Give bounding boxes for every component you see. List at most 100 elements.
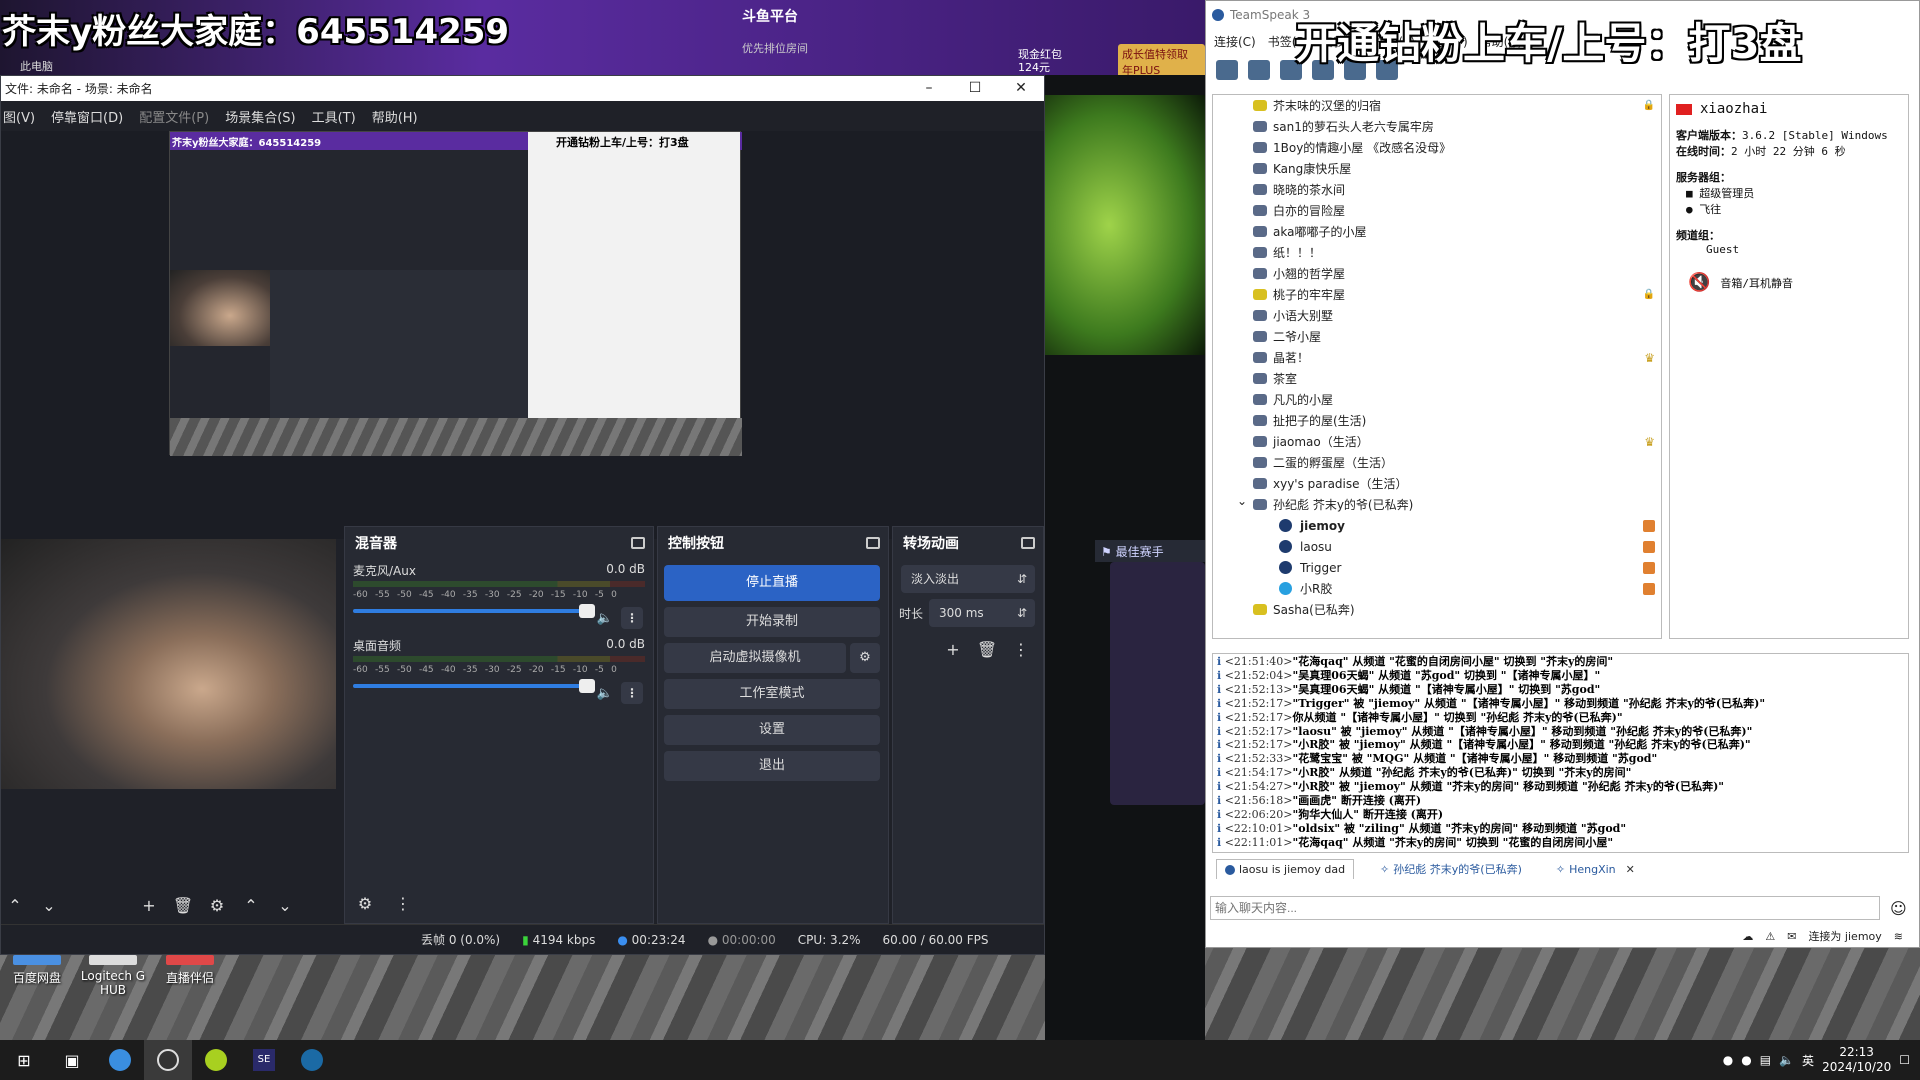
trash-icon[interactable]: 🗑	[973, 637, 1001, 663]
undock-icon[interactable]	[631, 537, 645, 549]
channel-row[interactable]: jiaomao（生活） ♛	[1213, 431, 1661, 452]
expand-arrow-icon[interactable]: ⌄	[1237, 494, 1247, 508]
channel-menu-button[interactable]: ⋮	[621, 607, 643, 629]
exit-button[interactable]: 退出	[664, 751, 880, 781]
channel-row[interactable]: 白亦的冒险屋	[1213, 200, 1661, 221]
desktop-icon-baidu[interactable]: 百度网盘	[2, 955, 72, 986]
kebab-icon[interactable]: ⋮	[1007, 637, 1035, 663]
task-view-icon[interactable]: ▣	[48, 1040, 96, 1080]
stop-stream-button[interactable]: 停止直播	[664, 565, 880, 601]
chevron-up-icon[interactable]: ⌃	[1, 893, 29, 919]
gear-icon[interactable]: ⚙	[850, 643, 880, 673]
virtual-camera-button[interactable]: 启动虚拟摄像机	[664, 643, 846, 673]
volume-slider[interactable]	[353, 604, 595, 618]
menu-profile[interactable]: 配置文件(P)	[139, 107, 209, 126]
minimize-icon[interactable]: –	[906, 76, 952, 101]
settings-button[interactable]: 设置	[664, 715, 880, 745]
channel-row[interactable]: 二蛋的孵蛋屋（生活）	[1213, 452, 1661, 473]
channel-row[interactable]: san1的萝石头人老六专属牢房	[1213, 116, 1661, 137]
channel-menu-button[interactable]: ⋮	[621, 682, 643, 704]
advanced-audio-icon[interactable]: ⚙	[351, 891, 379, 917]
tray-icon[interactable]: ●	[1741, 1053, 1751, 1067]
ime-indicator[interactable]: 英	[1802, 1052, 1814, 1069]
speaker-icon[interactable]: 🔈	[597, 686, 613, 701]
windows-start-icon[interactable]: ⊞	[0, 1040, 48, 1080]
clock[interactable]: 22:13 2024/10/20	[1822, 1045, 1891, 1075]
chevron-down-icon[interactable]: ⌄	[35, 893, 63, 919]
channel-row[interactable]: 芥末味的汉堡的归宿 🔒	[1213, 95, 1661, 116]
studio-mode-button[interactable]: 工作室模式	[664, 679, 880, 709]
undock-icon[interactable]	[1021, 537, 1035, 549]
gear-icon[interactable]: ⚙	[203, 893, 231, 919]
channel-row[interactable]: 二爷小屋	[1213, 326, 1661, 347]
tray-icon[interactable]: ●	[1723, 1053, 1733, 1067]
chat-timestamp: <22:10:01>	[1224, 821, 1293, 835]
channel-row[interactable]: aka嘟嘟子的小屋	[1213, 221, 1661, 242]
menu-docks[interactable]: 停靠窗口(D)	[51, 107, 123, 126]
chat-text: "小R胶" 从频道 "孙纪彪 芥末y的爷(已私奔)" 切换到 "芥末y的房间"	[1292, 766, 1632, 780]
mail-icon[interactable]: ✉	[1787, 930, 1796, 943]
chevron-down-icon[interactable]: ⌄	[271, 893, 299, 919]
volume-slider[interactable]	[353, 679, 595, 693]
channel-row[interactable]: 小翘的哲学屋	[1213, 263, 1661, 284]
scene-source-toolbar: ⌃ ⌄ + 🗑 ⚙ ⌃ ⌄	[1, 891, 336, 921]
se-taskbar-icon[interactable]: SE	[240, 1040, 288, 1080]
preview-canvas[interactable]: 芥末y粉丝大家庭：645514259 开通钻粉上车/上号：打3盘	[1, 131, 1044, 539]
transition-title: 转场动画	[903, 536, 959, 552]
desktop-icon-ghub[interactable]: Logitech G HUB	[78, 955, 148, 997]
duration-spinbox[interactable]: 300 ms ⇵	[929, 599, 1035, 627]
transition-select[interactable]: 淡入淡出 ⇵	[901, 565, 1035, 593]
menu-view[interactable]: 图(V)	[3, 107, 35, 126]
channel-row[interactable]: 凡凡的小屋	[1213, 389, 1661, 410]
channel-row[interactable]: 桃子的牢牢屋 🔒	[1213, 284, 1661, 305]
start-recording-button[interactable]: 开始录制	[664, 607, 880, 637]
channel-row[interactable]: 纸！！！	[1213, 242, 1661, 263]
user-row[interactable]: 小R胶	[1213, 578, 1661, 599]
add-icon[interactable]: +	[135, 893, 163, 919]
chevron-up-icon[interactable]: ⌃	[237, 893, 265, 919]
channel-row[interactable]: 晓晓的茶水间	[1213, 179, 1661, 200]
tab-private[interactable]: ✧ HengXin ✕	[1548, 860, 1643, 879]
channel-row[interactable]: ⌄ 孙纪彪 芥末y的爷(已私奔)	[1213, 494, 1661, 515]
away-icon[interactable]	[1216, 60, 1238, 80]
menu-connect[interactable]: 连接(C)	[1214, 33, 1256, 50]
mic-icon[interactable]	[1248, 60, 1270, 80]
volume-icon[interactable]: 🔈	[1779, 1053, 1794, 1067]
close-tab-icon[interactable]: ✕	[1626, 863, 1635, 876]
channel-row[interactable]: 小语大别墅	[1213, 305, 1661, 326]
channel-row[interactable]: 1Boy的情趣小屋 《改感名没母》	[1213, 137, 1661, 158]
kebab-icon[interactable]: ⋮	[389, 891, 417, 917]
user-row[interactable]: jiemoy	[1213, 515, 1661, 536]
steam-taskbar-icon[interactable]	[288, 1040, 336, 1080]
maximize-icon[interactable]: ☐	[952, 76, 998, 101]
network-icon[interactable]: ▤	[1760, 1053, 1771, 1067]
add-icon[interactable]: +	[939, 637, 967, 663]
tab-channel[interactable]: ✧ 孙纪彪 芥末y的爷(已私奔)	[1372, 858, 1530, 880]
menu-tools[interactable]: 工具(T)	[312, 107, 356, 126]
undock-icon[interactable]	[866, 537, 880, 549]
channel-row[interactable]: Kang康快乐屋	[1213, 158, 1661, 179]
teamspeak-taskbar-icon[interactable]	[96, 1040, 144, 1080]
menu-help[interactable]: 帮助(H)	[372, 107, 418, 126]
user-row[interactable]: laosu	[1213, 536, 1661, 557]
desktop-icon-live-companion[interactable]: 直播伴侣	[155, 955, 225, 986]
channel-row[interactable]: 茶室	[1213, 368, 1661, 389]
notification-icon[interactable]: ☐	[1899, 1053, 1910, 1067]
channel-row[interactable]: 扯把子的屋(生活)	[1213, 410, 1661, 431]
chat-text: 你从频道 "【诸神专属小屋】" 切换到 "孙纪彪 芥末y的爷(已私奔)"	[1292, 710, 1623, 724]
channel-row[interactable]: Sasha(已私奔)	[1213, 599, 1661, 620]
obs-taskbar-icon[interactable]	[144, 1040, 192, 1080]
promo-cash[interactable]: 现金红包 124元	[1018, 48, 1062, 74]
tab-server[interactable]: laosu is jiemoy dad	[1216, 859, 1355, 879]
user-row[interactable]: Trigger	[1213, 557, 1661, 578]
channel-row[interactable]: xyy's paradise（生活）	[1213, 473, 1661, 494]
emoji-icon[interactable]: ☺	[1890, 899, 1907, 918]
warning-icon[interactable]: ⚠	[1765, 930, 1775, 943]
trash-icon[interactable]: 🗑	[169, 893, 197, 919]
chat-input[interactable]	[1210, 896, 1880, 920]
app-taskbar-icon[interactable]	[192, 1040, 240, 1080]
menu-scene-collection[interactable]: 场景集合(S)	[225, 107, 295, 126]
close-icon[interactable]: ✕	[998, 76, 1044, 101]
channel-row[interactable]: 晶茗！ ♛	[1213, 347, 1661, 368]
speaker-icon[interactable]: 🔈	[597, 611, 613, 626]
